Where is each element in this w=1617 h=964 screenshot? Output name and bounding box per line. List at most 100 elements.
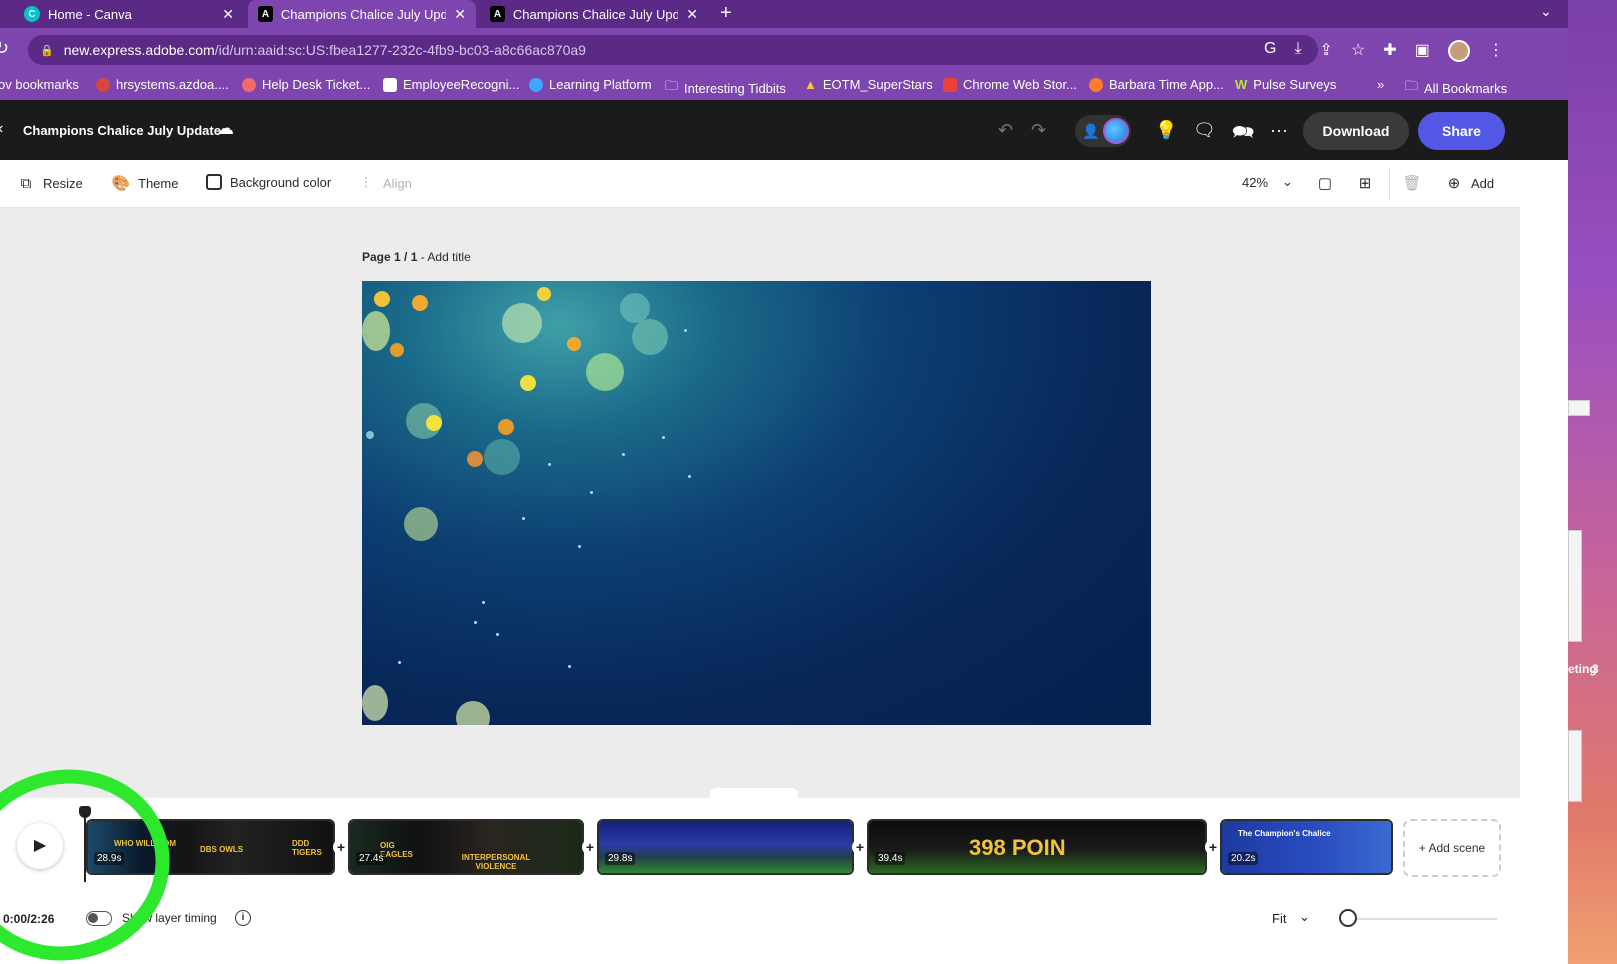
redo-icon[interactable]: ↷ (1031, 120, 1046, 141)
share-page-icon[interactable]: ⇪ (1320, 40, 1333, 62)
toolbar-divider (1389, 168, 1390, 200)
share-button[interactable]: Share (1418, 112, 1505, 150)
bookmark-item[interactable]: Barbara Time App... (1089, 77, 1224, 92)
add-transition-button[interactable]: + (333, 839, 349, 855)
bokeh-light (586, 353, 624, 391)
review-comments-icon[interactable]: 🗪 (1232, 120, 1254, 150)
undo-icon[interactable]: ↶ (998, 120, 1013, 141)
bookmarks-overflow-label: » (1377, 77, 1385, 92)
scene-duration: 20.2s (1228, 852, 1259, 865)
align-button[interactable]: ⫶ Align (357, 174, 412, 192)
page-count-button[interactable]: ▢ (1316, 174, 1334, 192)
google-icon[interactable]: G (1264, 40, 1276, 62)
more-options-icon[interactable]: ··· (1270, 120, 1288, 141)
desktop-window (1568, 730, 1582, 802)
sparkle (688, 475, 691, 478)
bookmark-star-icon[interactable]: ☆ (1351, 40, 1365, 62)
menu-kebab-icon[interactable]: ⋮ (1488, 40, 1504, 62)
scene-thumbnail[interactable]: 29.8s (597, 819, 854, 875)
theme-button[interactable]: 🎨 Theme (112, 174, 179, 192)
sparkle (398, 661, 401, 664)
close-icon[interactable]: ✕ (686, 6, 698, 23)
sparkle (568, 665, 571, 668)
background-color-button[interactable]: Background color (206, 174, 331, 190)
bookmark-favicon-icon (529, 77, 543, 92)
collaborators[interactable]: 👤 (1075, 115, 1131, 147)
tab-strip: C Home - Canva ✕ A Champions Chalice Jul… (0, 0, 1568, 28)
tab-title: Home - Canva (48, 6, 132, 22)
reload-icon[interactable]: ↻ (0, 38, 9, 59)
bookmark-item[interactable]: Help Desk Ticket... (242, 77, 370, 92)
download-button[interactable]: Download (1303, 112, 1409, 150)
close-icon[interactable]: ✕ (222, 6, 234, 23)
add-title-link[interactable]: Add title (427, 250, 470, 264)
side-panel-icon[interactable]: ▣ (1415, 40, 1430, 62)
bookmark-item[interactable]: Learning Platform (529, 77, 652, 92)
scene-thumbnail[interactable]: The Champion's Chalice 20.2s (1220, 819, 1393, 875)
new-tab-button[interactable]: + (720, 2, 732, 25)
comment-icon[interactable]: 🗨 (1193, 120, 1216, 141)
timeline-zoom-slider[interactable] (1341, 918, 1497, 920)
google-drive-icon: ▲ (804, 77, 817, 92)
zoom-dropdown[interactable]: 42% ⌄ (1242, 174, 1293, 190)
tab-search-chevron-icon[interactable]: ⌄ (1540, 3, 1552, 20)
tab-home-canva[interactable]: C Home - Canva ✕ (14, 0, 244, 28)
bookmark-item[interactable]: ov bookmarks (0, 77, 79, 92)
bokeh-light (362, 311, 390, 351)
bookmark-item[interactable]: hrsystems.azdoa.... (96, 77, 229, 92)
add-scene-button[interactable]: + Add scene (1403, 819, 1501, 877)
back-chevron-icon[interactable]: ‹ (0, 120, 3, 138)
close-icon[interactable]: ✕ (454, 6, 466, 23)
avatar[interactable] (1103, 118, 1129, 144)
canva-icon: C (24, 6, 40, 22)
browser-window: C Home - Canva ✕ A Champions Chalice Jul… (0, 0, 1568, 964)
bookmark-item[interactable]: Chrome Web Stor... (943, 77, 1077, 92)
bookmark-folder[interactable]: 🗀 Interesting Tidbits (665, 77, 786, 99)
tab-champions-2[interactable]: A Champions Chalice July Updat ✕ (480, 0, 708, 28)
delete-button[interactable]: 🗑 (1402, 174, 1421, 192)
document-title[interactable]: Champions Chalice July Update (23, 123, 221, 138)
lightbulb-icon[interactable]: 💡 (1155, 120, 1177, 141)
add-transition-button[interactable]: + (1205, 839, 1221, 855)
scene-caption: DBS OWLS (200, 845, 244, 854)
grid-button[interactable]: ⊞ (1356, 174, 1374, 192)
bokeh-light (502, 303, 542, 343)
add-transition-button[interactable]: + (582, 839, 598, 855)
cloud-sync-icon[interactable]: ☁ (216, 118, 234, 139)
resize-icon: ⧉ (20, 174, 32, 192)
bookmarks-bar: ov bookmarks hrsystems.azdoa.... Help De… (0, 72, 1568, 100)
address-bar[interactable]: 🔒 new.express.adobe.com/id/urn:aaid:sc:U… (28, 35, 1318, 65)
adobe-express-icon: A (490, 6, 505, 22)
bokeh-light (456, 701, 490, 725)
install-icon[interactable]: ⤓ (1294, 40, 1301, 62)
info-icon[interactable]: i (235, 910, 251, 926)
chevron-down-icon: ⌄ (1282, 174, 1293, 189)
scene-thumbnail[interactable]: 398 POIN 39.4s (867, 819, 1207, 875)
bookmark-label: Learning Platform (549, 77, 652, 92)
add-transition-button[interactable]: + (852, 839, 868, 855)
timeline-zoom-handle[interactable] (1339, 909, 1357, 927)
background-color-label: Background color (230, 174, 332, 190)
desktop-window (1568, 400, 1590, 416)
page-number: Page 1 / 1 (362, 250, 418, 264)
sparkle (482, 601, 485, 604)
folder-icon: 🗀 (665, 78, 679, 93)
invite-user-icon[interactable]: 👤 (1079, 119, 1103, 143)
app-header: ‹ Champions Chalice July Update ☁ ↶ ↷ 👤 … (0, 100, 1568, 160)
bookmark-item[interactable]: ▲ EOTM_SuperStars (804, 77, 933, 92)
chevron-down-icon[interactable]: ⌄ (1299, 909, 1310, 925)
scene-thumbnail[interactable]: OIG EAGLES INTERPERSONAL VIOLENCE 27.4s (348, 819, 584, 875)
bokeh-light (362, 685, 388, 721)
artboard[interactable] (362, 281, 1151, 725)
tab-champions-1[interactable]: A Champions Chalice July Updat ✕ (248, 0, 476, 28)
bookmarks-overflow-button[interactable]: » (1377, 77, 1384, 92)
extensions-icon[interactable]: ✚ (1383, 40, 1396, 62)
all-bookmarks-folder[interactable]: 🗀 All Bookmarks (1405, 77, 1507, 99)
timeline: ▶ WHO WILL COM DBS OWLS DDD TIGERS 28.9s… (0, 798, 1520, 964)
resize-button[interactable]: ⧉ Resize (17, 174, 83, 192)
profile-avatar[interactable] (1447, 40, 1470, 62)
add-button[interactable]: ⊕ Add (1445, 174, 1494, 192)
bookmark-item[interactable]: W Pulse Surveys (1235, 77, 1336, 92)
bookmark-item[interactable]: EmployeeRecogni... (383, 77, 519, 92)
fit-dropdown[interactable]: Fit (1272, 911, 1286, 926)
